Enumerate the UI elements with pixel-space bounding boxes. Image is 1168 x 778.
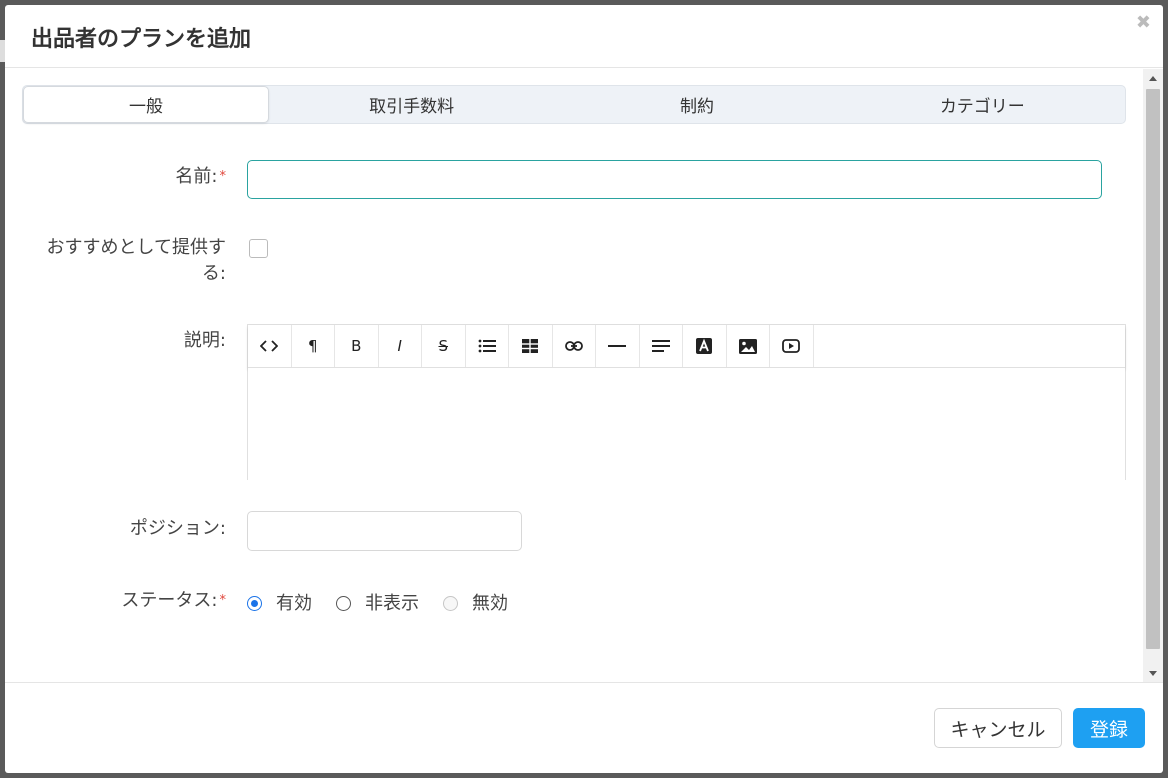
scroll-up-icon[interactable] [1143, 69, 1163, 87]
image-icon[interactable] [727, 325, 770, 367]
description-textarea[interactable] [248, 368, 1125, 480]
video-icon[interactable] [770, 325, 814, 367]
scroll-down-icon[interactable] [1143, 664, 1163, 682]
status-option-disabled[interactable]: 無効 [443, 589, 508, 615]
scroll-thumb[interactable] [1146, 89, 1160, 649]
align-icon[interactable] [640, 325, 683, 367]
editor-toolbar: ¶ B I S [248, 325, 1125, 368]
position-label: ポジション: [129, 518, 226, 539]
add-seller-plan-modal: 出品者のプランを追加 ✖ 一般 取引手数料 制約 カテゴリー 名前: * おすすめ… [5, 5, 1163, 773]
cancel-button[interactable]: キャンセル [934, 708, 1062, 748]
position-input[interactable] [247, 511, 522, 551]
status-option-hidden[interactable]: 非表示 [336, 589, 419, 615]
paragraph-icon[interactable]: ¶ [292, 325, 335, 367]
tab-transaction-fees[interactable]: 取引手数料 [269, 86, 554, 123]
close-icon[interactable]: ✖ [1136, 14, 1151, 32]
featured-label: おすすめとして提供す る: [46, 237, 226, 284]
unordered-list-icon[interactable] [466, 325, 509, 367]
modal-body: 一般 取引手数料 制約 カテゴリー 名前: * おすすめとして提供す る: 説明:… [5, 69, 1143, 682]
tab-restrictions[interactable]: 制約 [554, 86, 839, 123]
status-radio-group: 有効 非表示 無効 [247, 589, 532, 615]
status-option-active[interactable]: 有効 [247, 589, 312, 615]
radio-button[interactable] [247, 595, 262, 611]
tab-general[interactable]: 一般 [23, 86, 269, 123]
strikethrough-icon[interactable]: S [422, 325, 466, 367]
status-label: ステータス: * [121, 590, 227, 611]
radio-button[interactable] [336, 595, 351, 611]
modal-footer: キャンセル 登録 [5, 682, 1163, 773]
radio-button[interactable] [443, 595, 458, 611]
modal-title: 出品者のプランを追加 [31, 27, 252, 52]
description-editor: ¶ B I S [247, 324, 1126, 480]
font-color-icon[interactable] [683, 325, 727, 367]
bold-icon[interactable]: B [335, 325, 379, 367]
name-label: 名前: * [175, 166, 227, 187]
modal-header: 出品者のプランを追加 ✖ [5, 5, 1163, 68]
tab-bar: 一般 取引手数料 制約 カテゴリー [22, 85, 1126, 124]
tab-categories[interactable]: カテゴリー [840, 86, 1125, 123]
featured-checkbox[interactable] [249, 239, 268, 258]
required-mark: * [219, 593, 227, 608]
vertical-scrollbar[interactable] [1143, 69, 1163, 682]
name-input[interactable] [247, 160, 1102, 199]
description-label: 説明: [183, 330, 226, 351]
code-icon[interactable] [248, 325, 292, 367]
required-mark: * [219, 169, 227, 184]
horizontal-rule-icon[interactable] [596, 325, 640, 367]
submit-button[interactable]: 登録 [1073, 708, 1145, 748]
table-icon[interactable] [509, 325, 553, 367]
italic-icon[interactable]: I [379, 325, 422, 367]
link-icon[interactable] [553, 325, 596, 367]
